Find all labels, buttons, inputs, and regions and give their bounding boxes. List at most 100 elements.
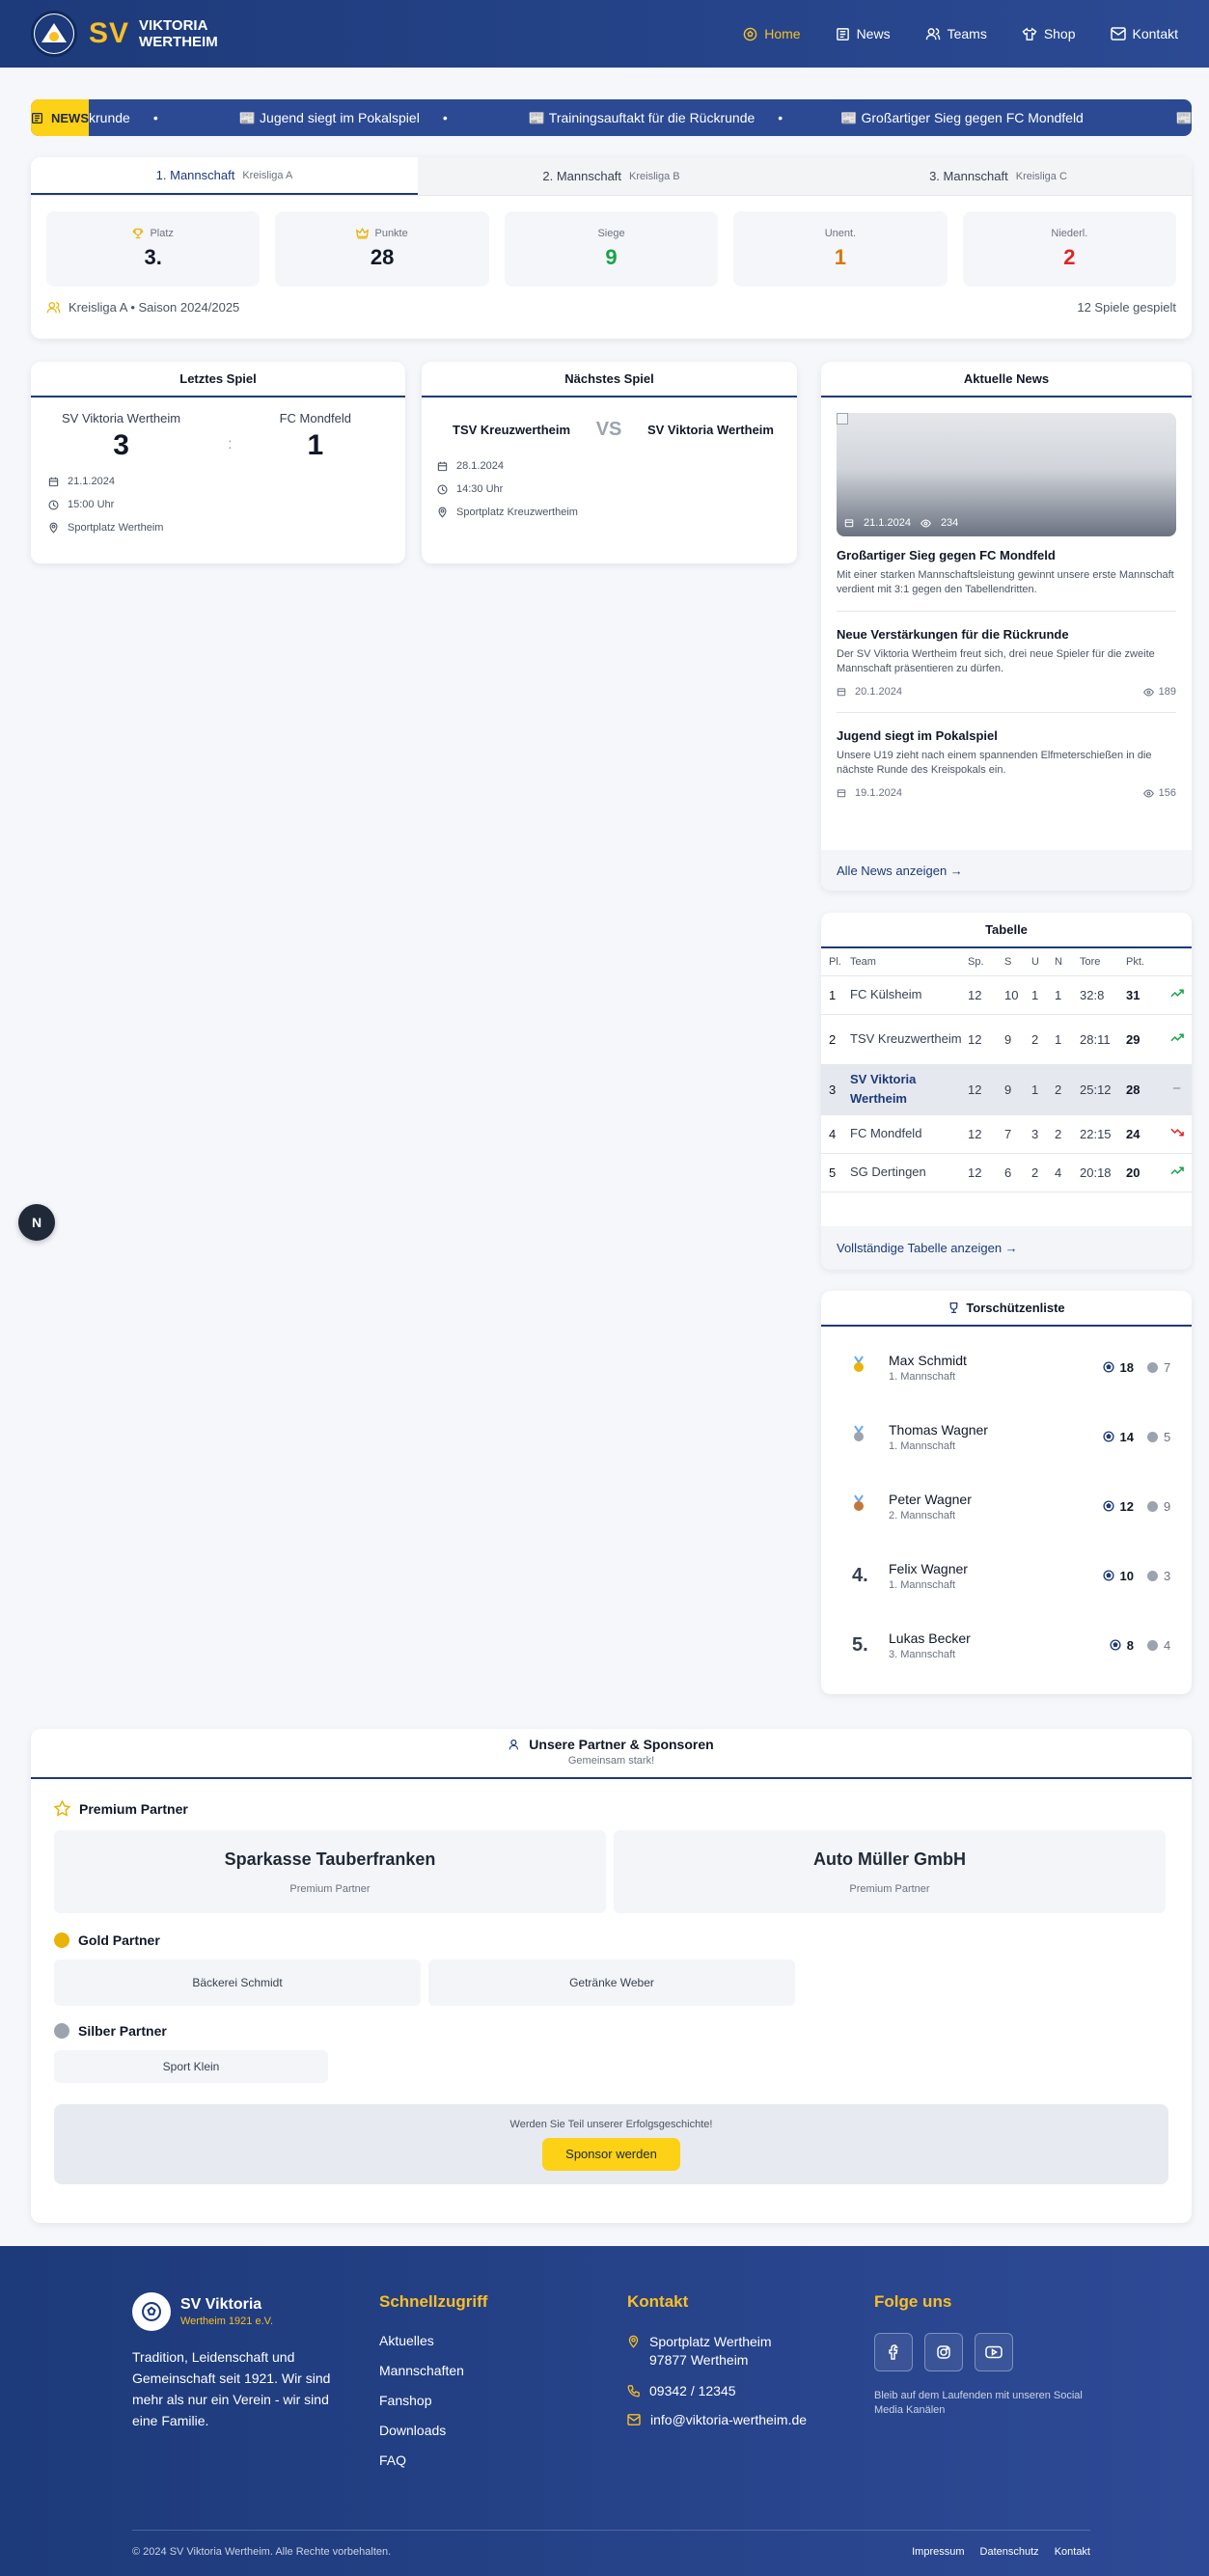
scorer-row[interactable]: 4. Felix Wagner 1. Mannschaft 10 3 (821, 1541, 1192, 1610)
news-title: Aktuelle News (821, 362, 1192, 397)
nav-kontakt[interactable]: Kontakt (1110, 26, 1178, 41)
news-item-featured[interactable]: Großartiger Sieg gegen FC Mondfeld Mit e… (821, 536, 1192, 597)
gold-partner-card[interactable]: Getränke Weber (428, 1959, 795, 2006)
tab-team-2[interactable]: 2. Mannschaft Kreisliga B (418, 157, 805, 195)
table-row[interactable]: 4 FC Mondfeld 12 7 3 2 22:15 24 (821, 1114, 1192, 1154)
youtube-button[interactable] (975, 2333, 1013, 2371)
last-match-title: Letztes Spiel (31, 362, 405, 397)
footer-logo[interactable] (132, 2292, 171, 2331)
site-footer: SV Viktoria Wertheim 1921 e.V. Tradition,… (0, 2246, 1209, 2576)
crown-icon (356, 228, 370, 239)
ticker-item[interactable]: krunde • (89, 110, 158, 126)
facebook-button[interactable] (874, 2333, 913, 2371)
versus-label: VS (595, 419, 622, 440)
match-time: 15:00 Uhr (48, 493, 374, 516)
copyright: © 2024 SV Viktoria Wertheim. Alle Rechte… (132, 2546, 392, 2558)
cell-n: 4 (1055, 1153, 1080, 1192)
match-date: 21.1.2024 (48, 470, 374, 493)
tab-team-1[interactable]: 1. Mannschaft Kreisliga A (31, 157, 418, 195)
instagram-button[interactable] (924, 2333, 963, 2371)
footer-club-name: SV Viktoria (180, 2296, 262, 2313)
gold-medal-icon (852, 1356, 866, 1373)
impressum-link[interactable]: Impressum (912, 2546, 964, 2558)
stat-punkte: Punkte 28 (275, 211, 489, 287)
cell-pl: 5 (821, 1153, 850, 1192)
instagram-icon (936, 2344, 951, 2360)
league-table-card: Tabelle Pl. Team Sp. S U N Tore Pkt. 1 FC Külshe… (821, 913, 1192, 1270)
table-row[interactable]: 5 SG Dertingen 12 6 2 4 20:18 20 (821, 1153, 1192, 1192)
floating-dev-button[interactable]: N (18, 1204, 55, 1241)
cell-pl: 3 (821, 1064, 850, 1115)
scorer-team: 1. Mannschaft (889, 1439, 956, 1452)
scorer-row[interactable]: Peter Wagner 2. Mannschaft 12 9 (821, 1471, 1192, 1541)
nav-teams[interactable]: Teams (925, 26, 987, 41)
scorer-name: Lukas Becker (889, 1630, 971, 1646)
table-row[interactable]: 1 FC Külsheim 12 10 1 1 32:8 31 (821, 975, 1192, 1015)
news-featured-image[interactable]: 21.1.2024 234 (837, 413, 1176, 536)
users-icon (508, 1739, 522, 1751)
scorer-rank: 5. (852, 1633, 868, 1656)
ticker-item[interactable]: 📰 Jugend siegt im Pokalspiel • (239, 110, 448, 126)
cell-u: 1 (1031, 975, 1055, 1015)
table-row[interactable]: 3 SV Viktoria Wertheim 12 9 1 2 25:12 28 (821, 1064, 1192, 1115)
ticker-item[interactable]: 📰 (1176, 110, 1192, 126)
cell-tore: 22:15 (1080, 1114, 1126, 1154)
scorer-row[interactable]: Max Schmidt 1. Mannschaft 18 7 (821, 1332, 1192, 1402)
scorer-goals: 18 (1119, 1359, 1134, 1375)
trend-up-icon (1170, 987, 1184, 1000)
cell-pl: 4 (821, 1114, 850, 1154)
tab-team-3[interactable]: 3. Mannschaft Kreisliga C (805, 157, 1192, 195)
news-item[interactable]: Neue Verstärkungen für die Rückrunde Der… (821, 612, 1192, 712)
assist-icon (1147, 1431, 1158, 1442)
news-item[interactable]: Jugend siegt im Pokalspiel Unsere U19 zi… (821, 713, 1192, 823)
phone-icon (627, 2383, 640, 2398)
premium-partner-card[interactable]: Sparkasse Tauberfranken Premium Partner (54, 1830, 606, 1913)
cell-n: 2 (1055, 1064, 1080, 1115)
top-scorers-card: Torschützenliste Max Schmidt 1. Mannschaf… (821, 1291, 1192, 1694)
scorer-team: 2. Mannschaft (889, 1509, 956, 1521)
cell-n: 1 (1055, 1014, 1080, 1065)
footer-link-mannschaften[interactable]: Mannschaften (379, 2363, 487, 2378)
footer-link-faq[interactable]: FAQ (379, 2453, 487, 2468)
footer-link-downloads[interactable]: Downloads (379, 2423, 487, 2438)
bronze-medal-icon (852, 1494, 866, 1512)
shirt-icon (1022, 26, 1037, 41)
footer-link-aktuelles[interactable]: Aktuelles (379, 2333, 487, 2348)
full-table-link[interactable]: Vollständige Tabelle anzeigen → (821, 1226, 1192, 1270)
nav-home[interactable]: Home (743, 26, 801, 41)
kontakt-link[interactable]: Kontakt (1055, 2546, 1090, 2558)
premium-partner-card[interactable]: Auto Müller GmbH Premium Partner (614, 1830, 1166, 1913)
cell-s: 7 (1004, 1114, 1031, 1154)
cell-pkt: 28 (1126, 1064, 1170, 1115)
away-team: FC Mondfeld 1 (279, 411, 351, 461)
cell-n: 2 (1055, 1114, 1080, 1154)
ticker-item[interactable]: 📰 Großartiger Sieg gegen FC Mondfeld (840, 110, 1084, 126)
cell-pkt: 31 (1126, 975, 1170, 1015)
table-row[interactable]: 2 TSV Kreuzwertheim 12 9 2 1 28:11 29 (821, 1014, 1192, 1065)
footer-email[interactable]: info@viktoria-wertheim.de (627, 2412, 807, 2427)
silver-partner-card[interactable]: Sport Klein (54, 2050, 328, 2083)
assist-icon (1147, 1570, 1158, 1581)
ticker-item[interactable]: 📰 Trainingsauftakt für die Rückrunde • (529, 110, 783, 126)
gold-partner-card[interactable]: Bäckerei Schmidt (54, 1959, 421, 2006)
cell-s: 9 (1004, 1014, 1031, 1065)
cell-tore: 25:12 (1080, 1064, 1126, 1115)
next-match-title: Nächstes Spiel (422, 362, 797, 397)
assist-icon (1147, 1639, 1158, 1651)
stat-siege: Siege 9 (504, 211, 719, 287)
nav-shop[interactable]: Shop (1022, 26, 1076, 41)
silver-medal-icon (852, 1425, 866, 1442)
footer-phone[interactable]: 09342 / 12345 (627, 2383, 807, 2398)
nav-news[interactable]: News (836, 26, 891, 41)
datenschutz-link[interactable]: Datenschutz (980, 2546, 1039, 2558)
scorer-row[interactable]: Thomas Wagner 1. Mannschaft 14 5 (821, 1402, 1192, 1471)
sponsor-button[interactable]: Sponsor werden (542, 2137, 680, 2171)
trend-up-icon (1170, 1031, 1184, 1044)
all-news-link[interactable]: Alle News anzeigen → (821, 850, 1192, 891)
scorer-name: Peter Wagner (889, 1491, 972, 1507)
footer-address: Sportplatz Wertheim 97877 Wertheim (627, 2333, 807, 2370)
club-crest-logo[interactable] (31, 11, 77, 57)
soccer-ball-icon (1110, 1639, 1121, 1651)
scorer-row[interactable]: 5. Lukas Becker 3. Mannschaft 8 4 (821, 1610, 1192, 1680)
footer-link-fanshop[interactable]: Fanshop (379, 2393, 487, 2408)
